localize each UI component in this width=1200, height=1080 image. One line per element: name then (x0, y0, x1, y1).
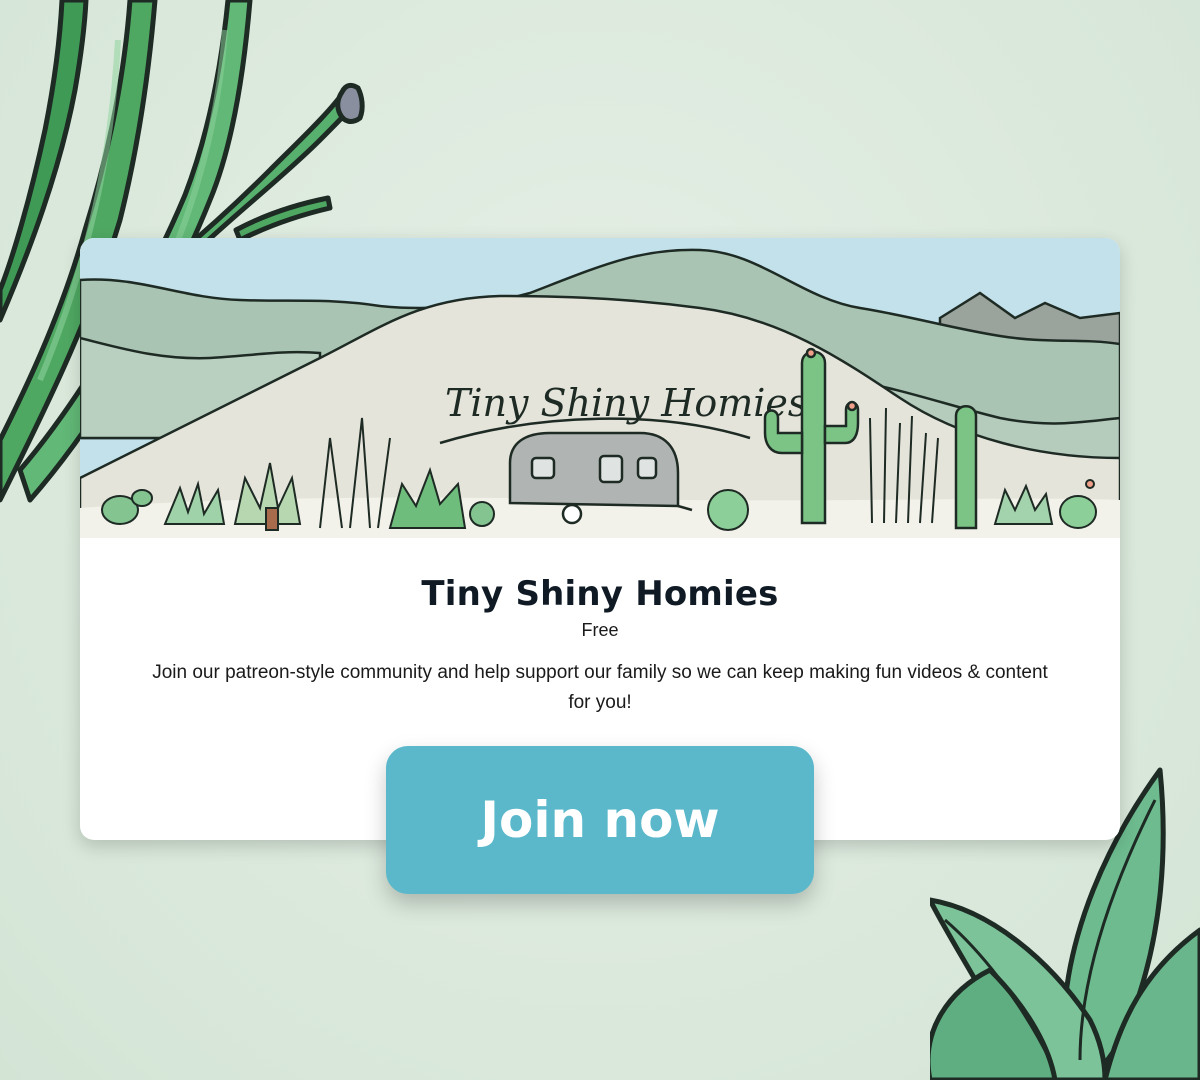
price-label: Free (581, 620, 619, 640)
desert-landscape-illustration: Tiny Shiny Homies (80, 238, 1120, 538)
join-now-button[interactable]: Join now (386, 746, 814, 894)
page-title: Tiny Shiny Homies (421, 574, 779, 614)
column-cactus-icon (954, 405, 978, 530)
banner-lettering: Tiny Shiny Homies (445, 381, 807, 425)
description-text: Join our patreon-style community and hel… (152, 662, 1048, 713)
